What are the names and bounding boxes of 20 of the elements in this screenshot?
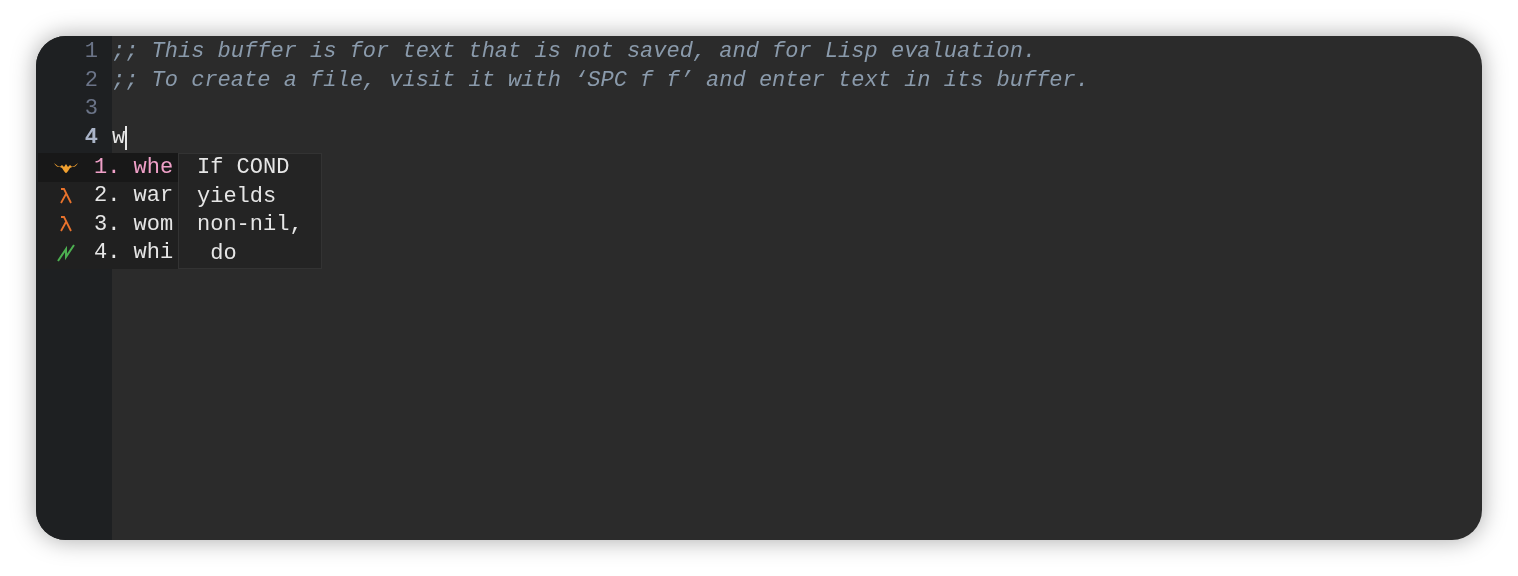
zigzag-icon [56, 242, 76, 263]
doc-text: yields [197, 182, 278, 211]
code-text: w [112, 123, 126, 152]
code-comment: ;; To create a file, visit it with ‘SPC f f’ and enter text in its buffer. [112, 66, 1089, 95]
line-number: 3 [83, 95, 98, 123]
completion-item[interactable]: 2. war [38, 181, 178, 210]
lambda-icon [60, 187, 72, 204]
lambda-icon [60, 216, 72, 233]
doc-text: do [209, 239, 238, 268]
line-number: 4 [83, 123, 98, 152]
completion-item[interactable]: 1. whe [38, 153, 178, 182]
completion-item[interactable]: 4. whi [38, 238, 178, 267]
completion-item[interactable]: 3. wom [38, 210, 178, 239]
doc-text: If COND [197, 154, 291, 182]
line-number: 1 [83, 38, 98, 66]
bat-icon [54, 161, 78, 174]
text-cursor [125, 125, 128, 150]
code-comment: ;; This buffer is for text that is not saved, and for Lisp evaluation. [112, 38, 1037, 66]
line-number: 2 [83, 66, 98, 95]
doc-text: non-nil, [197, 211, 304, 239]
